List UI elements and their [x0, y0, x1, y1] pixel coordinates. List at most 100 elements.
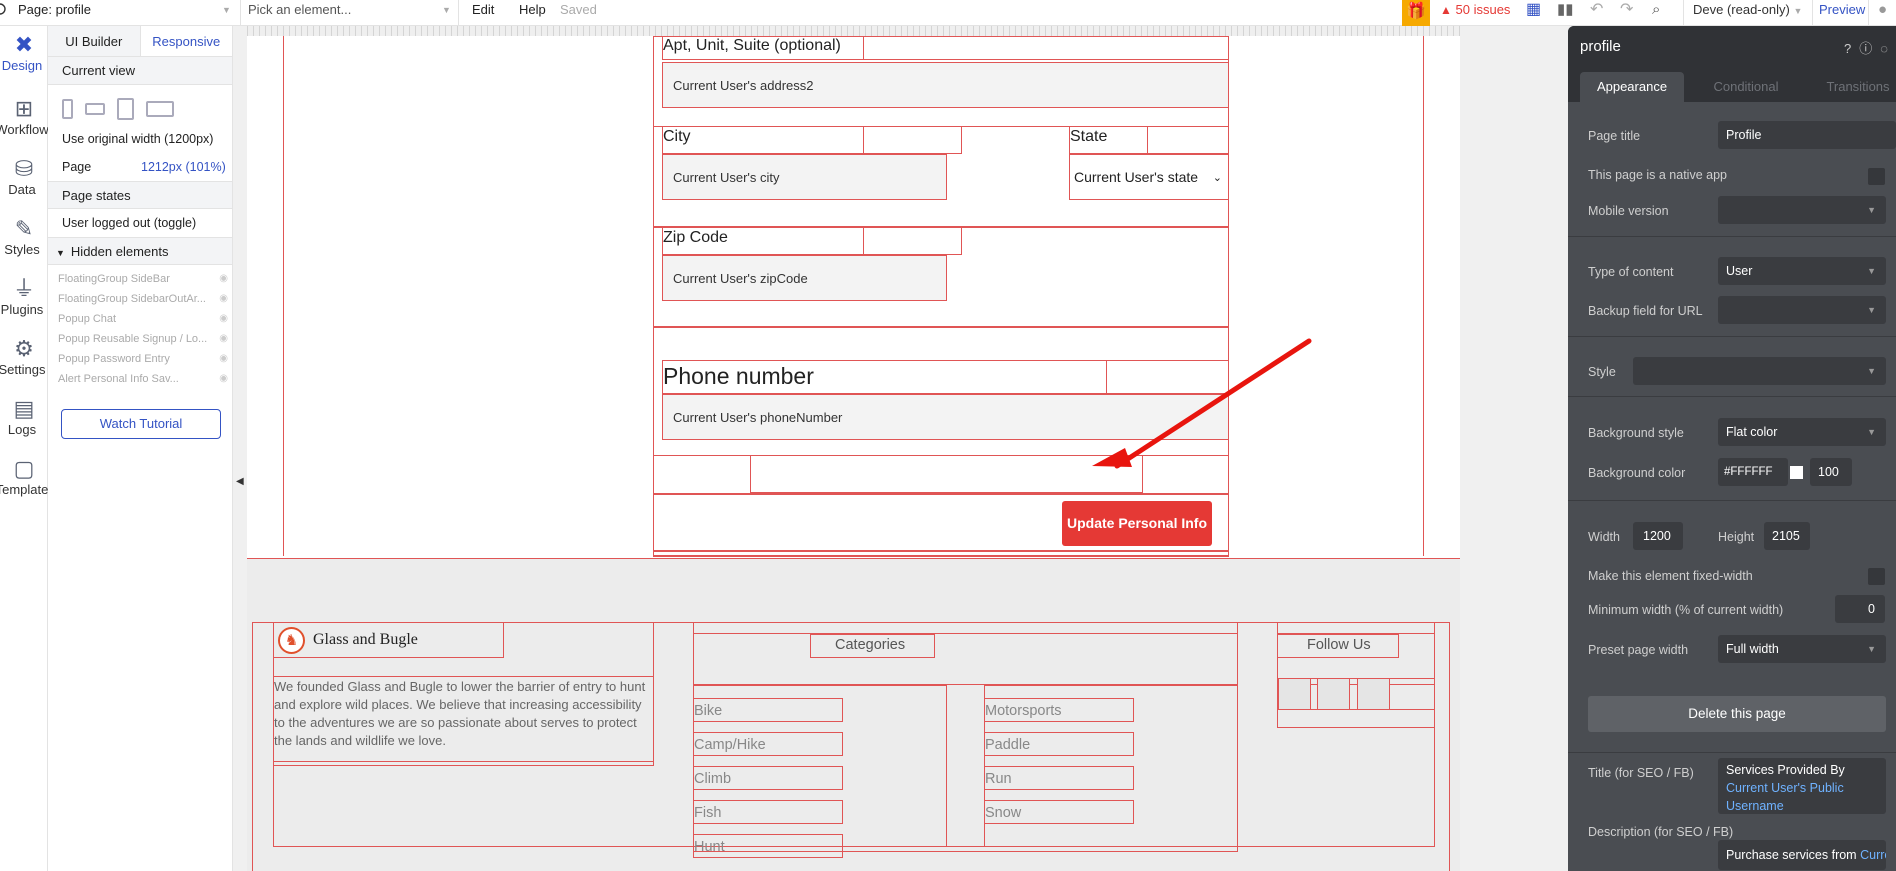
current-view-header: Current view — [48, 57, 232, 85]
issues-indicator[interactable]: ▲ 50 issues — [1440, 0, 1510, 26]
phone-portrait-icon[interactable] — [62, 99, 73, 119]
tab-responsive[interactable]: Responsive — [141, 26, 233, 56]
device-selector — [48, 85, 232, 125]
eye-icon[interactable]: ◉ — [219, 369, 228, 389]
watch-tutorial-button[interactable]: Watch Tutorial — [61, 409, 221, 439]
panel-tabs: UI Builder Responsive — [48, 26, 232, 57]
comment-icon[interactable]: ◌ — [1880, 41, 1896, 56]
min-width-input[interactable]: 0 — [1835, 595, 1885, 623]
eye-icon[interactable]: ◉ — [219, 269, 228, 289]
database-icon: ⛁ — [14, 156, 34, 181]
nav-logs[interactable]: ▤ Logs — [0, 396, 48, 437]
preview-button[interactable]: Preview — [1819, 0, 1865, 26]
info-icon[interactable]: ⓘ — [1859, 41, 1880, 56]
editor-canvas[interactable]: Apt, Unit, Suite (optional) Current User… — [247, 26, 1460, 871]
nav-workflow[interactable]: ⊞ Workflow — [0, 96, 49, 137]
eye-icon[interactable]: ◉ — [219, 309, 228, 329]
hidden-element-label: Alert Personal Info Sav... — [58, 373, 179, 385]
hidden-element-item[interactable]: Alert Personal Info Sav... ◉ — [48, 369, 232, 389]
collapse-panel-icon[interactable]: ◀ — [236, 476, 244, 487]
page-selector[interactable]: Page: profile ▼ — [18, 0, 231, 26]
bg-color-hex[interactable]: #FFFFFF — [1718, 458, 1788, 486]
divider — [1568, 236, 1896, 237]
height-input[interactable]: 2105 — [1764, 522, 1810, 550]
tab-appearance[interactable]: Appearance — [1580, 72, 1684, 102]
main-nav: ✖ Design ⊞ Workflow ⛁ Data ✎ Styles ⏚ Pl… — [0, 26, 49, 871]
hidden-element-label: FloatingGroup SidebarOutAr... — [58, 293, 206, 305]
nav-template[interactable]: ▢ Template — [0, 456, 48, 497]
redo-icon[interactable]: ↷ — [1620, 0, 1633, 26]
nav-label: Logs — [7, 422, 37, 437]
tablet-icon[interactable] — [117, 98, 134, 120]
hidden-element-label: Popup Reusable Signup / Lo... — [58, 333, 208, 345]
chevron-down-icon: ▼ — [222, 5, 231, 15]
chevron-down-icon: ▼ — [442, 5, 451, 15]
nav-settings[interactable]: ⚙ Settings — [0, 336, 48, 377]
eye-icon[interactable]: ◉ — [219, 329, 228, 349]
gift-icon[interactable]: 🎁 — [1402, 0, 1430, 26]
tab-conditional[interactable]: Conditional — [1696, 72, 1796, 102]
hidden-element-item[interactable]: Popup Password Entry ◉ — [48, 349, 232, 369]
nav-label: Data — [8, 182, 36, 197]
page-width-value[interactable]: 1212px (101%) — [141, 153, 226, 181]
seo-description-label: Description (for SEO / FB) — [1588, 825, 1734, 839]
split-view-icon[interactable]: ▮▮ — [1557, 0, 1574, 26]
search-icon[interactable]: ⌕ — [1652, 0, 1660, 26]
help-icon[interactable]: ? — [1844, 41, 1859, 56]
tab-ui-builder[interactable]: UI Builder — [48, 26, 141, 56]
laptop-icon[interactable] — [146, 101, 174, 117]
page-state-item[interactable]: User logged out (toggle) — [48, 209, 232, 237]
seo-description-text: Purchase services from — [1726, 848, 1857, 862]
height-label: Height — [1718, 530, 1755, 544]
hidden-elements-list: FloatingGroup SideBar ◉ FloatingGroup Sid… — [48, 265, 232, 389]
bg-style-dropdown[interactable]: Flat color ▼ — [1718, 418, 1886, 446]
bg-opacity-input[interactable]: 100 — [1810, 458, 1852, 486]
eye-icon[interactable]: ◉ — [219, 289, 228, 309]
mobile-version-dropdown[interactable]: ▼ — [1718, 196, 1886, 224]
chevron-down-icon: ▼ — [1867, 366, 1876, 376]
width-input[interactable]: 1200 — [1633, 522, 1683, 550]
account-icon[interactable]: ● — [1878, 0, 1887, 26]
phone-landscape-icon[interactable] — [85, 103, 105, 115]
tab-transitions[interactable]: Transitions — [1808, 72, 1896, 102]
page-states-header: Page states — [48, 181, 232, 209]
version-selector[interactable]: Deve (read-only) ▼ — [1693, 0, 1802, 26]
page-title-input[interactable]: Profile — [1718, 121, 1896, 149]
nav-styles[interactable]: ✎ Styles — [0, 216, 48, 257]
nav-design[interactable]: ✖ Design — [0, 32, 48, 73]
hidden-element-item[interactable]: Popup Chat ◉ — [48, 309, 232, 329]
seo-description-input[interactable]: Purchase services from Current User's Pu… — [1718, 840, 1886, 870]
page-width-label: Page — [62, 160, 92, 174]
seo-description-dynamic-expression[interactable]: Current User's Public — [1860, 848, 1886, 862]
menu-help[interactable]: Help — [519, 0, 546, 26]
hidden-element-item[interactable]: Popup Reusable Signup / Lo... ◉ — [48, 329, 232, 349]
element-picker[interactable]: Pick an element... ▼ — [248, 0, 456, 26]
menu-edit[interactable]: Edit — [472, 0, 494, 26]
undo-icon[interactable]: ↶ — [1590, 0, 1603, 26]
hidden-element-item[interactable]: FloatingGroup SidebarOutAr... ◉ — [48, 289, 232, 309]
fixed-width-checkbox[interactable] — [1868, 568, 1885, 585]
style-dropdown[interactable]: ▼ — [1633, 357, 1886, 385]
divider — [1568, 500, 1896, 501]
preset-width-dropdown[interactable]: Full width ▼ — [1718, 635, 1886, 663]
page-title-label: Page title — [1588, 129, 1641, 143]
use-original-width[interactable]: Use original width (1200px) — [48, 125, 232, 153]
nav-label: Settings — [0, 362, 46, 377]
seo-title-dynamic-expression[interactable]: Current User's Public Username — [1726, 781, 1844, 813]
color-swatch[interactable] — [1790, 466, 1803, 479]
eye-icon[interactable]: ◉ — [219, 349, 228, 369]
seo-title-input[interactable]: Services Provided By Current User's Publ… — [1718, 758, 1886, 814]
hidden-elements-header[interactable]: ▼ Hidden elements — [48, 237, 232, 265]
grid-icon[interactable]: ▦ — [1526, 0, 1541, 26]
native-app-checkbox[interactable] — [1868, 168, 1885, 185]
type-of-content-dropdown[interactable]: User ▼ — [1718, 257, 1886, 285]
nav-data[interactable]: ⛁ Data — [0, 156, 48, 197]
fixed-width-label: Make this element fixed-width — [1588, 569, 1753, 583]
backup-field-dropdown[interactable]: ▼ — [1718, 296, 1886, 324]
chevron-down-icon: ▼ — [1867, 266, 1876, 276]
hidden-element-item[interactable]: FloatingGroup SideBar ◉ — [48, 269, 232, 289]
hidden-element-label: Popup Password Entry — [58, 353, 170, 365]
divider — [1812, 0, 1813, 26]
delete-page-button[interactable]: Delete this page — [1588, 696, 1886, 732]
nav-plugins[interactable]: ⏚ Plugins — [0, 276, 48, 317]
